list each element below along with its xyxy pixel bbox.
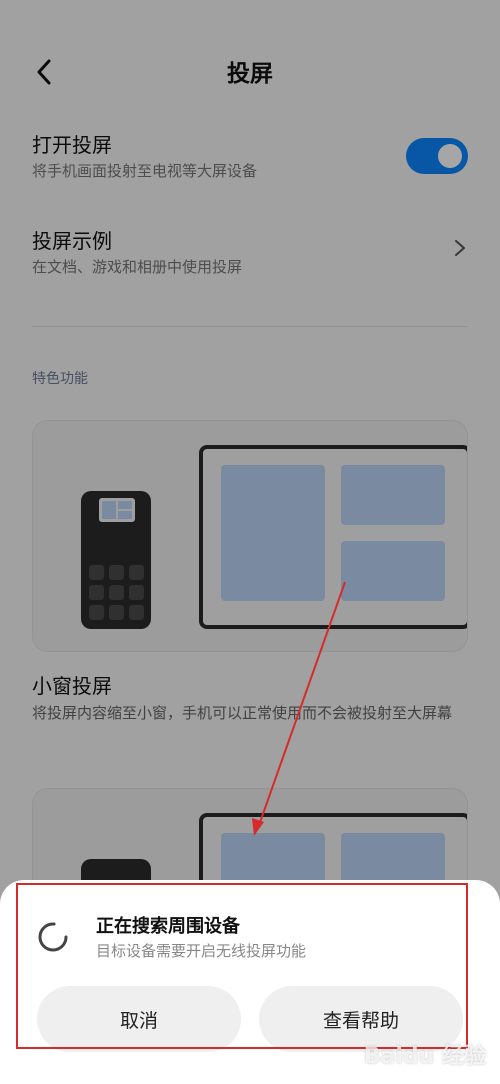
baidu-watermark: Baidu 经验 [363,1044,486,1069]
annotation-highlight-box [16,883,468,1049]
